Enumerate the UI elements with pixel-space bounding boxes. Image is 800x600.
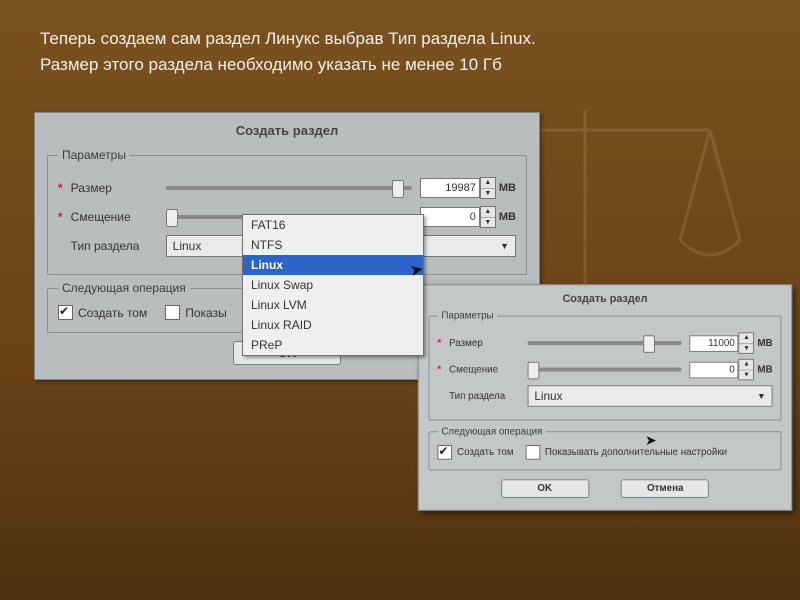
partition-type-dropdown-list[interactable]: FAT16 NTFS Linux Linux Swap Linux LVM Li… <box>242 214 424 356</box>
size-label-2: Размер <box>449 338 527 349</box>
offset-spinner-2[interactable]: ▲▼ <box>739 359 755 381</box>
required-icon: * <box>437 338 441 349</box>
offset-input-2[interactable]: 0 <box>690 361 739 378</box>
size-slider-1[interactable] <box>166 179 420 197</box>
offset-label-2: Смещение <box>449 364 527 375</box>
show-more-checkbox-1[interactable] <box>165 305 180 320</box>
size-spinner-2[interactable]: ▲▼ <box>739 332 755 354</box>
create-volume-label-1: Создать том <box>78 306 147 320</box>
dialog2-title: Создать раздел <box>429 293 782 305</box>
size-row-1: * Размер 19987 ▲▼ MB <box>58 177 516 199</box>
required-icon: * <box>58 181 63 195</box>
size-spinner-1[interactable]: ▲▼ <box>480 177 496 199</box>
next-op-fieldset-2: Следующая операция Создать том Показыват… <box>429 426 782 470</box>
option-linux[interactable]: Linux <box>243 255 423 275</box>
create-volume-label-2: Создать том <box>457 447 514 458</box>
size-unit-1: MB <box>499 182 516 194</box>
instruction-line1: Теперь создаем сам раздел Линукс выбрав … <box>40 26 760 52</box>
size-input-1[interactable]: 19987 <box>420 178 480 198</box>
type-value-2: Linux <box>534 389 562 403</box>
option-linux-raid[interactable]: Linux RAID <box>243 315 423 335</box>
show-more-checkbox-2[interactable] <box>525 445 540 460</box>
create-volume-checkbox-2[interactable] <box>437 445 452 460</box>
cancel-button-2[interactable]: Отмена <box>621 479 709 498</box>
option-ntfs[interactable]: NTFS <box>243 235 423 255</box>
type-label-1: Тип раздела <box>71 239 166 253</box>
next-legend-2: Следующая операция <box>437 426 546 437</box>
dialog1-title: Создать раздел <box>47 123 527 138</box>
params-legend-1: Параметры <box>58 148 130 162</box>
offset-spinner-1[interactable]: ▲▼ <box>480 206 496 228</box>
option-linux-lvm[interactable]: Linux LVM <box>243 295 423 315</box>
create-partition-dialog-2: Создать раздел Параметры * Размер 11000 … <box>418 284 792 510</box>
show-more-label-2: Показывать дополнительные настройки <box>545 447 727 458</box>
offset-slider-2[interactable] <box>527 361 689 379</box>
option-linux-swap[interactable]: Linux Swap <box>243 275 423 295</box>
offset-label-1: Смещение <box>71 210 166 224</box>
size-input-2[interactable]: 11000 <box>690 335 739 352</box>
chevron-down-icon: ▼ <box>757 391 766 401</box>
params-fieldset-2: Параметры * Размер 11000 ▲▼ MB * Смещени… <box>429 311 782 421</box>
offset-unit-2: MB <box>757 364 772 375</box>
instruction-line2: Размер этого раздела необходимо указать … <box>40 52 760 78</box>
required-icon: * <box>58 210 63 224</box>
cursor-icon: ➤ <box>645 432 657 449</box>
ok-button-2[interactable]: OK <box>501 479 589 498</box>
size-slider-2[interactable] <box>527 334 689 352</box>
required-icon: * <box>437 364 441 375</box>
instruction-text: Теперь создаем сам раздел Линукс выбрав … <box>40 26 760 79</box>
size-label-1: Размер <box>71 181 166 195</box>
type-combobox-2[interactable]: Linux ▼ <box>527 385 772 407</box>
option-prep[interactable]: PReP <box>243 335 423 355</box>
chevron-down-icon: ▼ <box>500 241 509 251</box>
offset-input-1[interactable]: 0 <box>420 207 480 227</box>
type-label-2: Тип раздела <box>449 391 527 402</box>
params-legend-2: Параметры <box>437 311 497 322</box>
offset-unit-1: MB <box>499 211 516 223</box>
option-fat16[interactable]: FAT16 <box>243 215 423 235</box>
size-unit-2: MB <box>757 338 772 349</box>
show-more-label-1: Показы <box>185 306 226 320</box>
type-value-1: Linux <box>173 239 202 253</box>
create-volume-checkbox-1[interactable] <box>58 305 73 320</box>
next-legend-1: Следующая операция <box>58 281 190 295</box>
